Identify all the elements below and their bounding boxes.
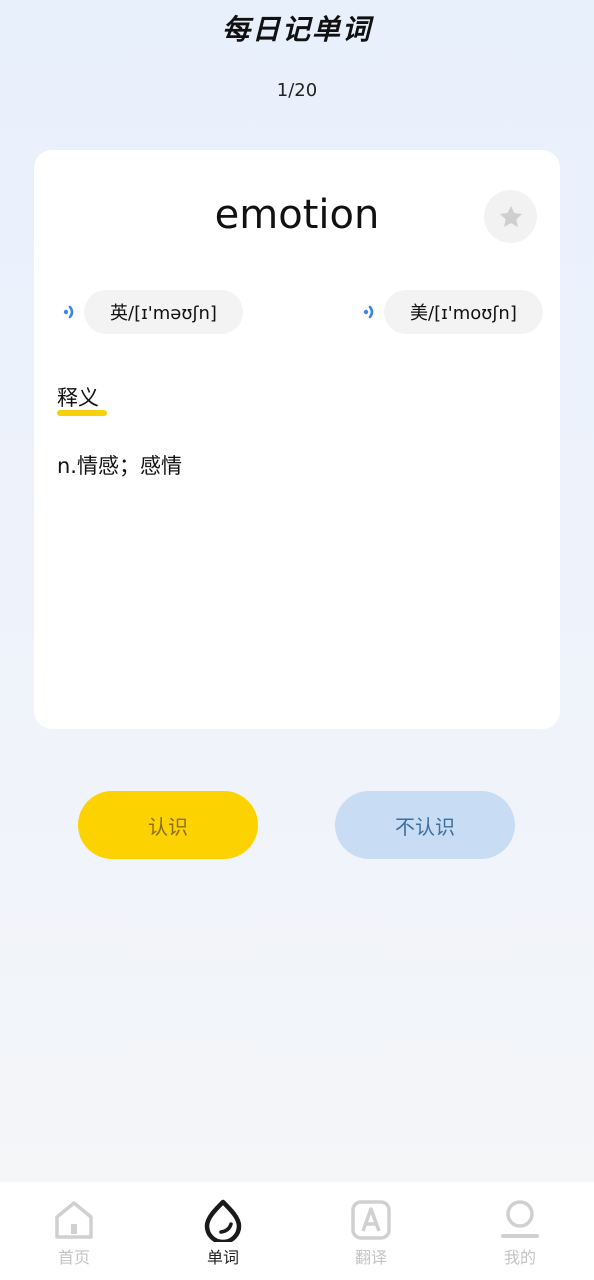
- us-pronunciation[interactable]: 美/[ɪ'moʊʃn]: [362, 290, 543, 334]
- tab-profile[interactable]: 我的: [470, 1182, 570, 1280]
- know-button[interactable]: 认识: [78, 791, 258, 859]
- tab-translate[interactable]: 翻译: [321, 1182, 421, 1280]
- tab-words-label: 单词: [206, 1248, 239, 1267]
- star-icon: [499, 205, 522, 227]
- uk-pronunciation[interactable]: 英/[ɪ'məʊʃn]: [62, 290, 243, 334]
- tab-home-label: 首页: [57, 1248, 90, 1267]
- tab-words[interactable]: 单词: [173, 1182, 273, 1280]
- definition-label: 释义: [57, 386, 99, 410]
- definition-underline: [57, 410, 107, 416]
- home-icon: [55, 1201, 93, 1239]
- tab-translate-label: 翻译: [354, 1248, 387, 1267]
- favorite-button[interactable]: [484, 190, 537, 243]
- tab-home[interactable]: 首页: [24, 1182, 124, 1280]
- uk-phonetic: 英/[ɪ'məʊʃn]: [84, 290, 243, 334]
- unknown-button[interactable]: 不认识: [335, 791, 515, 859]
- us-phonetic: 美/[ɪ'moʊʃn]: [384, 290, 543, 334]
- bottom-tab-bar: 首页 单词 翻译 我的: [0, 1182, 594, 1280]
- word-card: emotion 英/[ɪ'məʊʃn] 美/[ɪ'moʊʃn] 释义 n.情感；…: [34, 150, 560, 729]
- tab-profile-label: 我的: [503, 1248, 536, 1267]
- progress-counter: 1/20: [276, 80, 318, 101]
- definition-text: n.情感；感情: [57, 454, 182, 478]
- speaker-icon[interactable]: [362, 301, 380, 323]
- word-text: emotion: [214, 192, 380, 238]
- translate-icon: [351, 1200, 391, 1240]
- profile-icon: [501, 1200, 539, 1238]
- app-title: 每日记单词: [221, 13, 372, 46]
- speaker-icon[interactable]: [62, 301, 80, 323]
- word-drop-icon: [204, 1199, 242, 1242]
